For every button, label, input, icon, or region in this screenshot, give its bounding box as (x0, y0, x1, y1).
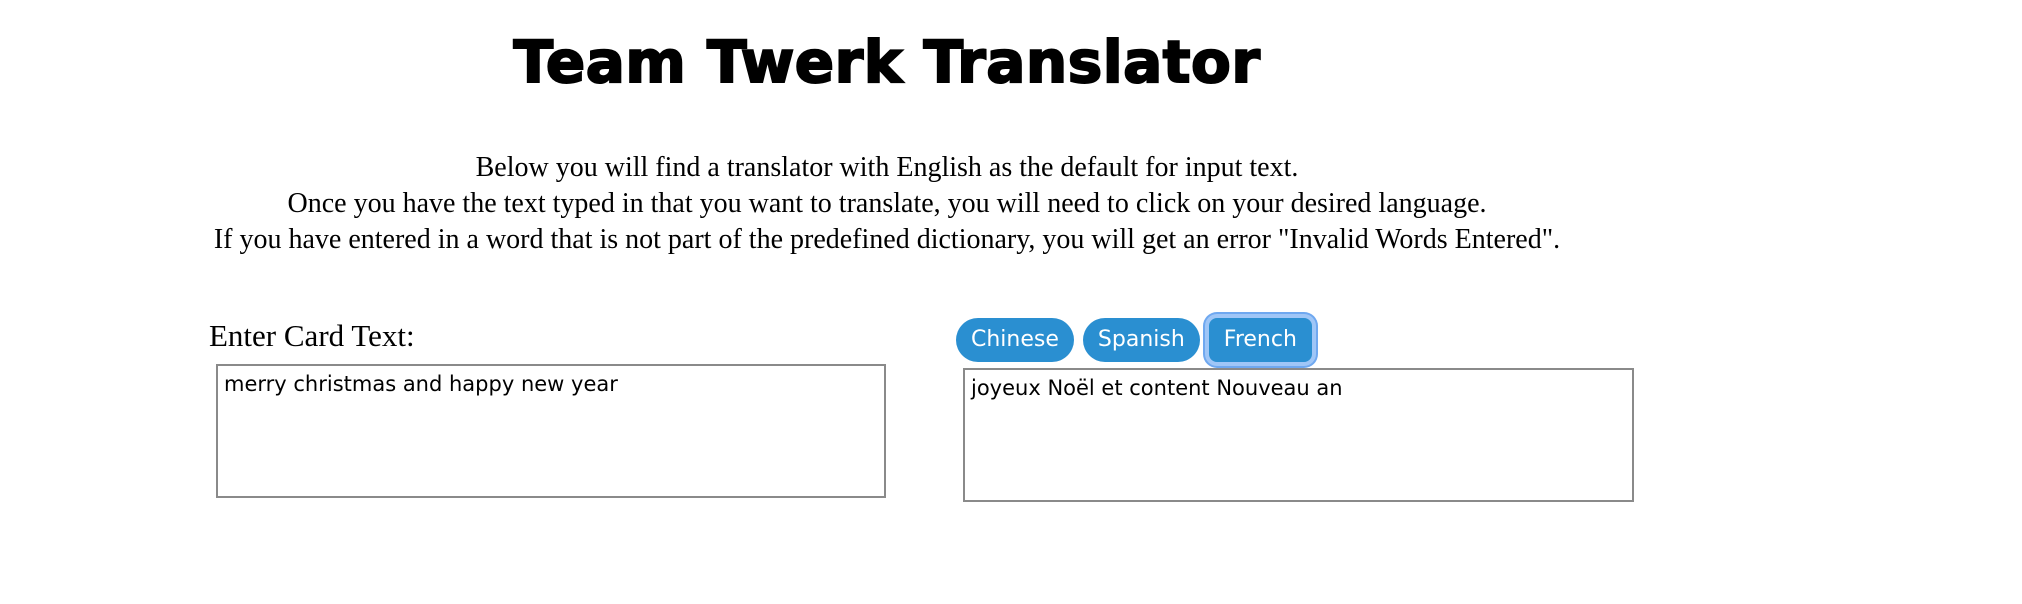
instructions: Below you will find a translator with En… (0, 150, 1774, 258)
card-text-label: Enter Card Text: (209, 318, 415, 353)
instruction-line-3: If you have entered in a word that is no… (213, 224, 1561, 255)
card-text-input[interactable]: merry christmas and happy new year (216, 364, 886, 498)
instruction-line-2: Once you have the text typed in that you… (287, 188, 1487, 219)
chinese-button[interactable]: Chinese (956, 318, 1074, 362)
translation-output[interactable]: joyeux Noël et content Nouveau an (963, 368, 1634, 502)
page-title: Team Twerk Translator (513, 27, 1261, 97)
instruction-line-1: Below you will find a translator with En… (475, 152, 1299, 183)
french-button[interactable]: French (1208, 318, 1312, 362)
language-buttons: Chinese Spanish French (956, 318, 1312, 362)
spanish-button[interactable]: Spanish (1082, 318, 1200, 362)
